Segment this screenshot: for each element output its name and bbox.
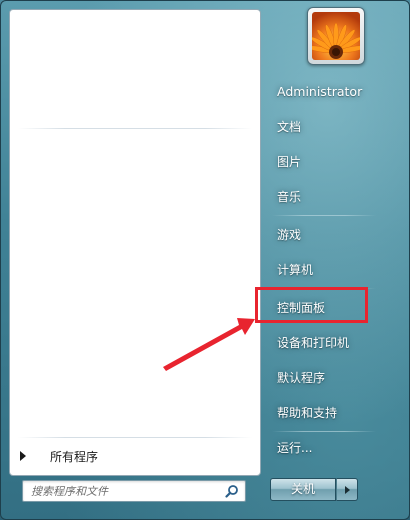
menu-item-computer[interactable]: 计算机 [264,256,404,284]
pinned-divider [18,128,252,129]
arrow-right-icon [345,486,350,494]
all-programs-divider [18,437,252,438]
all-programs-button[interactable]: 所有程序 [10,442,260,468]
search-input[interactable] [23,481,219,501]
search-box[interactable] [22,480,246,502]
menu-item-pictures[interactable]: 图片 [264,148,404,176]
start-menu: 所有程序 搜索程序和文件 Administrator 文档 图片 音乐 游戏 计… [0,0,410,520]
menu-item-control-panel[interactable]: 控制面板 [264,294,404,322]
recent-programs-area [10,131,260,436]
shutdown-group: 关机 [270,478,358,501]
user-name-link[interactable]: Administrator [264,78,404,106]
menu-item-devices-printers[interactable]: 设备和打印机 [264,329,404,357]
menu-item-default-programs[interactable]: 默认程序 [264,364,404,392]
search-icon[interactable] [225,484,239,498]
menu-item-music[interactable]: 音乐 [264,183,404,211]
menu-divider [272,288,376,289]
programs-panel: 所有程序 [9,9,261,476]
menu-divider [272,215,376,216]
shutdown-button[interactable]: 关机 [270,478,336,501]
triangle-right-icon [20,451,26,461]
all-programs-label: 所有程序 [50,450,99,464]
right-menu: Administrator 文档 图片 音乐 游戏 计算机 控制面板 设备和打印… [264,1,404,471]
menu-item-help-support[interactable]: 帮助和支持 [264,399,404,427]
menu-item-run[interactable]: 运行... [264,434,404,462]
menu-item-games[interactable]: 游戏 [264,221,404,249]
pinned-programs-area [10,10,260,128]
menu-item-documents[interactable]: 文档 [264,113,404,141]
menu-divider [272,431,376,432]
shutdown-options-button[interactable] [336,478,358,501]
